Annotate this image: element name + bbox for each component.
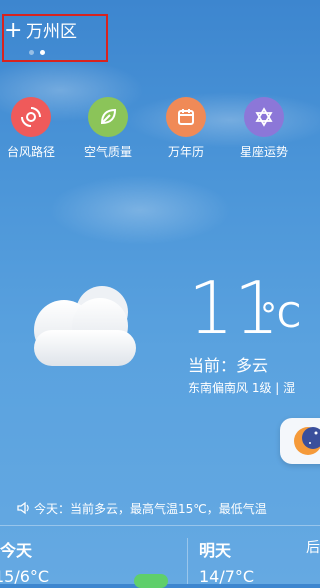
top-bar: + 万州区 xyxy=(0,14,320,64)
weather-broadcast-text[interactable]: 今天：当前多云，最高气温15℃，最低气温 xyxy=(34,500,267,517)
wind-humidity-info: 东南偏南风 1级 | 湿 xyxy=(188,381,296,395)
shortcut-label: 空气质量 xyxy=(83,145,132,159)
typhoon-icon xyxy=(11,97,51,137)
forecast-tomorrow-label[interactable]: 明天 xyxy=(199,537,231,561)
page-dot-active xyxy=(40,50,45,55)
temperature-unit: °C xyxy=(260,296,301,336)
cloudy-weather-icon xyxy=(24,282,142,372)
forecast-today-temp: 15/6°C xyxy=(0,567,50,586)
page-dot xyxy=(29,50,34,55)
forecast-divider xyxy=(187,538,188,584)
moon-sun-icon xyxy=(294,427,320,455)
speaker-icon[interactable] xyxy=(16,500,30,515)
forecast-next-label[interactable]: 后 xyxy=(306,537,320,557)
leaf-icon xyxy=(88,97,128,137)
shortcut-label: 万年历 xyxy=(167,145,204,159)
shortcut-calendar[interactable]: 万年历 xyxy=(151,97,221,160)
shortcut-label: 星座运势 xyxy=(239,145,288,159)
star-of-david-icon xyxy=(244,97,284,137)
current-condition: 当前：多云 xyxy=(188,356,269,375)
page-indicator xyxy=(29,50,45,55)
annotation-highlight-box xyxy=(2,14,108,62)
forecast-today-label[interactable]: 今天 xyxy=(0,537,32,561)
calendar-icon xyxy=(166,97,206,137)
shortcut-label: 台风路径 xyxy=(6,145,55,159)
floating-action-button[interactable] xyxy=(280,418,320,464)
shortcut-air-quality[interactable]: 空气质量 xyxy=(73,97,143,160)
air-quality-badge xyxy=(134,574,168,588)
shortcut-horoscope[interactable]: 星座运势 xyxy=(229,97,299,160)
shortcut-typhoon[interactable]: 台风路径 xyxy=(0,97,66,160)
shortcut-row: 台风路径 空气质量 万年历 星座运势 xyxy=(0,97,320,167)
forecast-tomorrow-temp: 14/7°C xyxy=(199,567,255,586)
divider xyxy=(0,525,320,526)
